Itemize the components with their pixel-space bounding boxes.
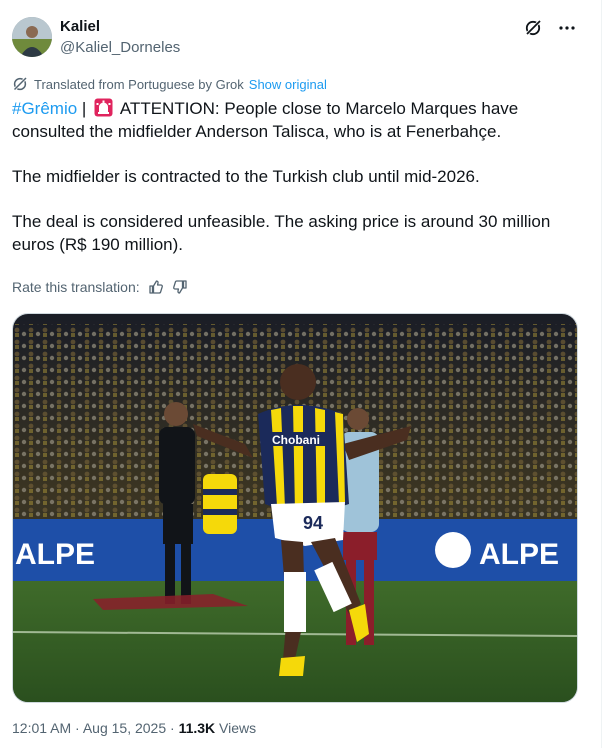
board-text-right: ALPE (479, 538, 559, 571)
meta-dot: · (166, 720, 179, 736)
translation-label: Translated from Portuguese by Grok (34, 76, 244, 92)
rate-translation: Rate this translation: (12, 279, 188, 295)
display-name[interactable]: Kaliel (60, 18, 180, 36)
avatar[interactable] (12, 17, 52, 57)
grok-icon (12, 76, 28, 92)
jersey-number: 94 (303, 513, 323, 533)
views-count: 11.3K (178, 720, 216, 736)
tweet-card: Kaliel @Kaliel_Dorneles Translated from … (0, 0, 602, 748)
views-label: Views (215, 720, 257, 736)
tweet-meta: 12:01 AM · Aug 15, 2025 · 11.3K Views (12, 720, 256, 736)
tweet-paragraph: #Grêmio | ATTENTION: People close to Mar… (12, 97, 582, 143)
tweet-photo[interactable]: ALPE ALPE Chobani 94 (12, 313, 578, 703)
board-logo-icon (435, 532, 471, 568)
more-icon[interactable] (557, 18, 577, 38)
tweet-time[interactable]: 12:01 AM (12, 720, 71, 736)
translation-notice: Translated from Portuguese by Grok Show … (12, 76, 327, 92)
jersey-sponsor: Chobani (272, 433, 320, 447)
handle[interactable]: @Kaliel_Dorneles (60, 38, 180, 58)
rate-label: Rate this translation: (12, 279, 140, 295)
tweet-body: #Grêmio | ATTENTION: People close to Mar… (12, 97, 582, 256)
thumbs-up-icon[interactable] (148, 279, 164, 295)
thumbs-down-icon[interactable] (172, 279, 188, 295)
tweet-header: Kaliel @Kaliel_Dorneles (12, 14, 589, 62)
teammate-figure (203, 474, 237, 534)
tweet-paragraph-3: The deal is considered unfeasible. The a… (12, 212, 551, 254)
meta-dot: · (71, 720, 83, 736)
tweet-paragraph-2: The midfielder is contracted to the Turk… (12, 167, 480, 186)
separator: | (77, 99, 87, 118)
siren-icon (94, 98, 113, 117)
show-original-link[interactable]: Show original (249, 77, 327, 92)
board-text-left: ALPE (15, 538, 95, 571)
header-actions (523, 18, 577, 38)
author-block: Kaliel @Kaliel_Dorneles (60, 18, 180, 58)
tweet-line1: ATTENTION: People close to Marcelo Marqu… (12, 99, 519, 141)
grok-icon[interactable] (523, 18, 543, 38)
tweet-date[interactable]: Aug 15, 2025 (83, 720, 166, 736)
hashtag-link[interactable]: #Grêmio (12, 99, 77, 118)
